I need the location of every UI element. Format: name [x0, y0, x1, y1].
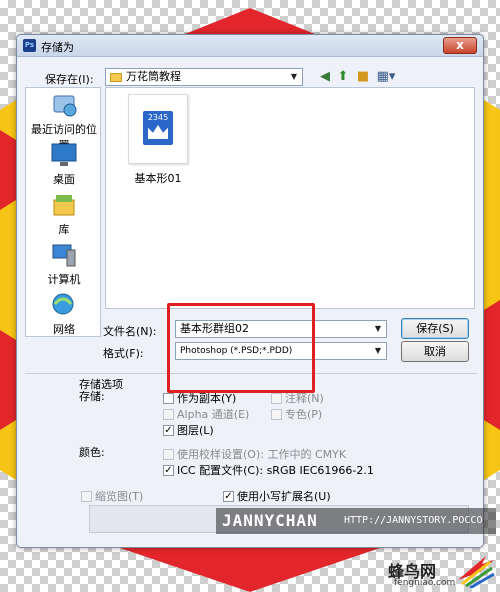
file-item[interactable]: 2345 基本形01: [120, 94, 196, 186]
layers-label: 图层(L): [177, 424, 214, 437]
storage-label: 存储:: [79, 390, 105, 403]
spot-checkbox[interactable]: 专色(P): [271, 406, 322, 422]
save-in-value: 万花筒教程: [126, 70, 181, 83]
spot-label: 专色(P): [285, 408, 323, 421]
place-network[interactable]: 网络: [26, 292, 102, 337]
recent-places-icon: [50, 92, 78, 118]
format-label: 格式(F):: [103, 347, 144, 360]
chevron-down-icon: ▼: [290, 72, 298, 81]
network-icon: [50, 292, 78, 318]
icc-checkbox[interactable]: ✓ ICC 配置文件(C): sRGB IEC61966-2.1: [163, 462, 374, 478]
chevron-down-icon: ▼: [374, 346, 382, 355]
alpha-checkbox[interactable]: Alpha 通道(E): [163, 406, 249, 422]
watermark: JANNYCHAN HTTP://JANNYSTORY.POCCO: [216, 508, 496, 534]
place-desktop[interactable]: 桌面: [26, 142, 102, 187]
place-label: 计算机: [47, 273, 81, 286]
site-logo: 蜂鸟网 fengniao.com: [380, 548, 496, 590]
watermark-name: JANNYCHAN: [222, 511, 318, 530]
proof-checkbox[interactable]: 使用校样设置(O): 工作中的 CMYK: [163, 446, 346, 462]
libraries-icon: [50, 192, 78, 218]
cancel-button[interactable]: 取消: [401, 341, 469, 362]
watermark-url: HTTP://JANNYSTORY.POCCO: [344, 515, 483, 526]
place-label: 库: [58, 223, 70, 236]
title-bar: Ps 存储为 x: [17, 35, 483, 57]
back-icon[interactable]: ◀: [317, 69, 333, 85]
desktop-icon: [50, 142, 78, 168]
dialog-title: 存储为: [41, 41, 74, 54]
save-in-dropdown[interactable]: 万花筒教程 ▼: [105, 68, 303, 86]
logo-subtext: fengniao.com: [394, 578, 456, 588]
color-label: 颜色:: [79, 446, 105, 459]
filename-label: 文件名(N):: [103, 325, 157, 338]
icc-value: sRGB IEC61966-2.1: [266, 464, 374, 477]
alpha-label: Alpha 通道(E): [177, 408, 250, 421]
lowercase-ext-label: 使用小写扩展名(U): [237, 490, 331, 503]
file-badge-text: 2345: [147, 113, 169, 122]
place-libraries[interactable]: 库: [26, 192, 102, 237]
thumbnail-label: 缩览图(T): [95, 490, 144, 503]
file-list[interactable]: 2345 基本形01: [105, 87, 475, 309]
file-name: 基本形01: [134, 172, 182, 185]
proof-label: 使用校样设置(O):: [177, 448, 264, 461]
places-bar: 最近访问的位置 桌面 库 计算机 网络: [25, 87, 101, 337]
place-label: 网络: [53, 323, 75, 336]
save-as-dialog: Ps 存储为 x 保存在(I): 万花筒教程 ▼ ◀ ⬆ ■ ▦▾ 最近访问的位…: [16, 34, 484, 548]
thumbnail-checkbox[interactable]: 缩览图(T): [81, 488, 143, 504]
computer-icon: [50, 242, 78, 268]
view-menu-icon[interactable]: ▦▾: [375, 69, 397, 85]
close-button[interactable]: x: [443, 37, 477, 54]
psd-file-icon: 2345: [128, 94, 188, 164]
layers-checkbox[interactable]: ✓ 图层(L): [163, 422, 214, 438]
save-button[interactable]: 保存(S): [401, 318, 469, 339]
new-folder-icon[interactable]: ■: [355, 69, 371, 85]
lowercase-ext-checkbox[interactable]: ✓ 使用小写扩展名(U): [223, 488, 331, 504]
place-label: 桌面: [53, 173, 75, 186]
highlight-box: [167, 303, 315, 393]
photoshop-icon: Ps: [23, 39, 36, 52]
up-folder-icon[interactable]: ⬆: [335, 69, 351, 85]
as-copy-label: 作为副本(Y): [177, 392, 237, 405]
hummingbird-icon: [458, 556, 495, 588]
proof-value: 工作中的 CMYK: [267, 448, 347, 461]
icc-label: ICC 配置文件(C):: [177, 464, 264, 477]
place-computer[interactable]: 计算机: [26, 242, 102, 287]
chevron-down-icon: ▼: [374, 324, 382, 333]
notes-label: 注释(N): [285, 392, 324, 405]
save-in-label: 保存在(I):: [45, 73, 94, 86]
folder-icon: [110, 72, 122, 82]
